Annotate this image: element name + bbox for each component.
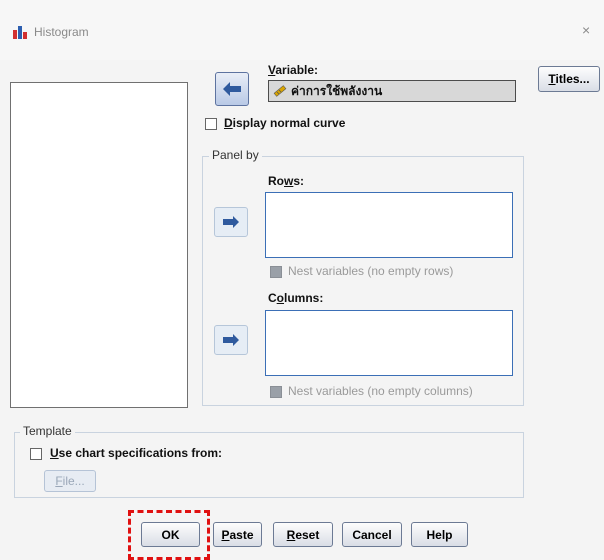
display-normal-curve-checkbox[interactable]	[205, 118, 217, 130]
columns-label: Columns:	[268, 291, 324, 305]
nest-columns-checkbox[interactable]	[270, 386, 282, 398]
variable-field[interactable]: ค่าการใช้พลังงาน	[268, 80, 516, 102]
variable-label: Variable:	[268, 63, 319, 77]
nest-columns-label: Nest variables (no empty columns)	[288, 384, 473, 398]
template-legend: Template	[20, 424, 75, 438]
file-button[interactable]: File...	[44, 470, 96, 492]
nest-rows-label: Nest variables (no empty rows)	[288, 264, 454, 278]
scale-variable-icon	[273, 85, 287, 97]
close-icon[interactable]: ×	[582, 22, 590, 38]
columns-field[interactable]	[265, 310, 513, 376]
cancel-button[interactable]: Cancel	[342, 522, 402, 547]
nest-rows-checkbox[interactable]	[270, 266, 282, 278]
window-title: Histogram	[34, 25, 89, 39]
move-to-rows-button[interactable]	[214, 207, 248, 237]
variable-value: ค่าการใช้พลังงาน	[291, 83, 383, 98]
paste-button[interactable]: Paste	[213, 522, 262, 547]
use-chart-spec-label: Use chart specifications from:	[50, 446, 223, 460]
title-bar	[0, 0, 604, 60]
histogram-app-icon	[12, 24, 28, 40]
titles-button[interactable]: Titles...	[538, 66, 600, 92]
panel-by-legend: Panel by	[209, 148, 262, 162]
source-variable-list[interactable]	[10, 82, 188, 408]
rows-field[interactable]	[265, 192, 513, 258]
use-chart-spec-checkbox[interactable]	[30, 448, 42, 460]
help-button[interactable]: Help	[411, 522, 468, 547]
reset-button[interactable]: Reset	[273, 522, 333, 547]
ok-highlight-box	[128, 510, 210, 560]
arrow-left-icon	[223, 82, 241, 96]
arrow-right-icon	[223, 334, 239, 346]
move-to-variable-button[interactable]	[215, 72, 249, 106]
display-normal-curve-label: Display normal curve	[224, 116, 346, 130]
move-to-columns-button[interactable]	[214, 325, 248, 355]
rows-label: Rows:	[268, 174, 305, 188]
arrow-right-icon	[223, 216, 239, 228]
